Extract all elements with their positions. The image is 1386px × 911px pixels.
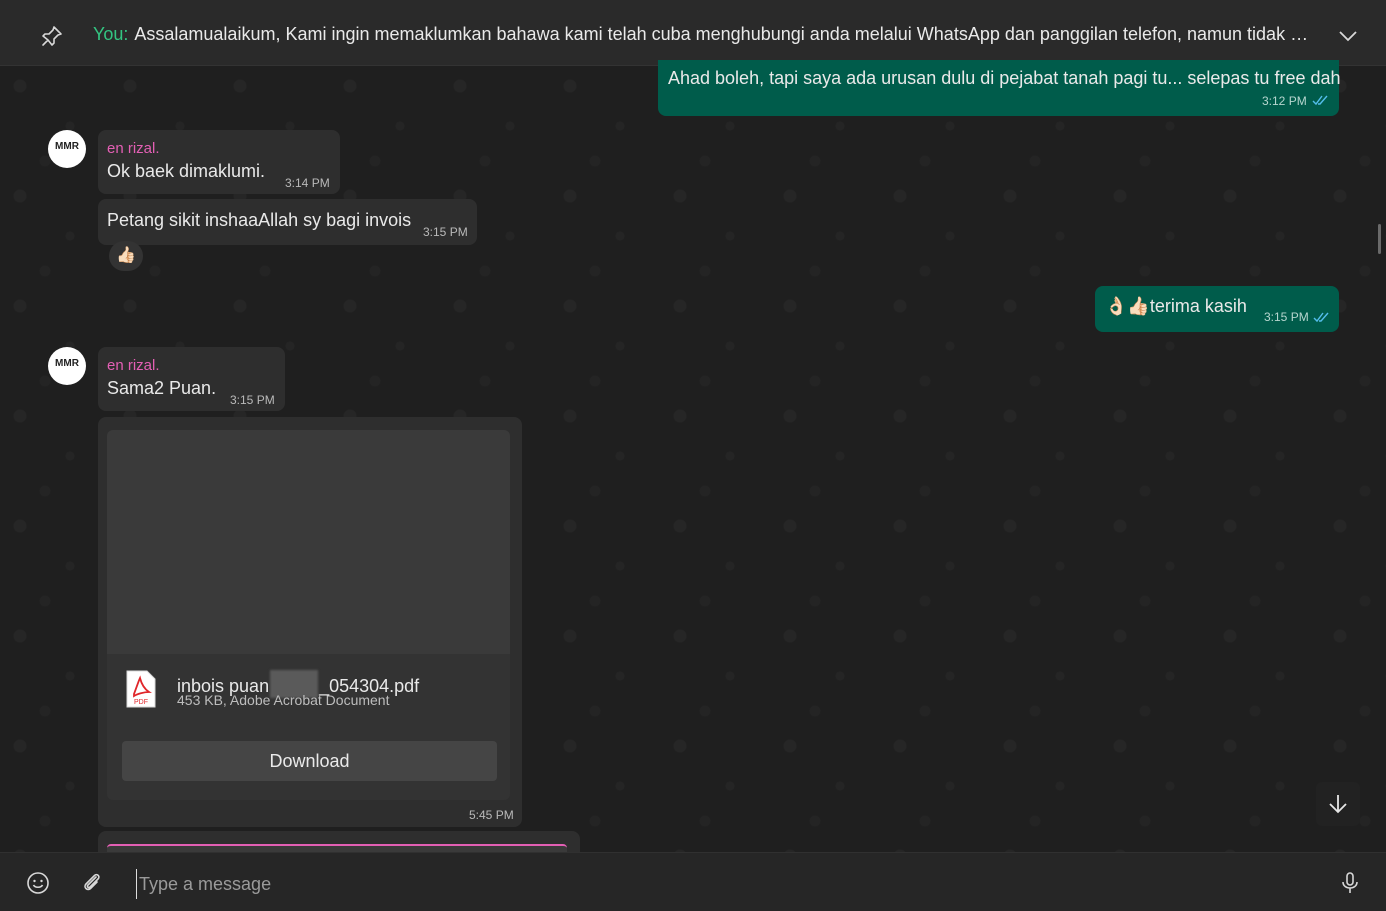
message-text: Ahad boleh, tapi saya ada urusan dulu di… <box>668 68 1341 88</box>
pdf-file-icon: PDF <box>126 670 156 708</box>
sender-name[interactable]: en rizal. <box>107 140 160 157</box>
avatar[interactable]: MMR <box>48 347 86 385</box>
avatar[interactable]: MMR <box>48 130 86 168</box>
pinned-message-bar[interactable]: You: Assalamualaikum, Kami ingin memaklum… <box>0 0 1386 66</box>
message-incoming[interactable]: Petang sikit inshaaAllah sy bagi invois … <box>98 199 477 245</box>
message-outgoing[interactable]: Ahad boleh, tapi saya ada urusan dulu di… <box>658 60 1341 116</box>
message-time: 5:45 PM <box>469 808 514 822</box>
pinned-message-preview[interactable]: You: Assalamualaikum, Kami ingin memaklum… <box>93 24 1323 45</box>
message-text: Petang sikit inshaaAllah sy bagi invois <box>107 210 412 230</box>
message-time: 3:12 PM <box>1262 94 1307 108</box>
scroll-to-bottom-button[interactable] <box>1316 782 1360 826</box>
message-text: Ok baek dimaklumi. <box>107 161 266 181</box>
emoji-icon[interactable] <box>26 871 50 895</box>
download-button[interactable]: Download <box>122 741 497 781</box>
message-incoming[interactable]: en rizal. Sama2 Puan. 3:15 PM <box>98 347 285 411</box>
attach-icon[interactable] <box>80 871 104 895</box>
document-actions: Download <box>107 726 510 800</box>
pdf-badge: PDF <box>134 699 148 706</box>
chevron-down-icon[interactable] <box>1338 26 1358 46</box>
message-input[interactable] <box>136 869 1321 899</box>
document-meta: 453 KB, Adobe Acrobat Document <box>177 692 390 708</box>
message-text: Sama2 Puan. <box>107 378 217 398</box>
pinned-sender: You: <box>93 24 129 44</box>
microphone-icon[interactable] <box>1338 871 1362 895</box>
message-composer <box>0 852 1386 911</box>
sender-name[interactable]: en rizal. <box>107 357 160 374</box>
read-ticks-icon <box>1313 312 1329 323</box>
message-text: 👌🏻👍🏻terima kasih <box>1105 296 1247 316</box>
message-time: 3:15 PM <box>1264 310 1309 324</box>
pinned-text: Assalamualaikum, Kami ingin memaklumkan … <box>134 24 1323 44</box>
read-ticks-icon <box>1312 95 1328 106</box>
document-preview[interactable] <box>107 430 510 654</box>
message-incoming[interactable]: en rizal. Ok baek dimaklumi. 3:14 PM <box>98 130 340 194</box>
message-time: 3:15 PM <box>423 225 468 239</box>
message-incoming-partial[interactable] <box>98 831 580 854</box>
document-info[interactable]: PDF inbois puan _054304.pdf 453 KB, Adobe… <box>107 654 510 727</box>
arrow-down-icon <box>1329 795 1347 814</box>
scrollbar-thumb[interactable] <box>1378 224 1381 254</box>
message-time: 3:14 PM <box>285 176 330 190</box>
message-outgoing[interactable]: 👌🏻👍🏻terima kasih 3:15 PM <box>1095 286 1339 332</box>
message-time: 3:15 PM <box>230 393 275 407</box>
pin-icon[interactable] <box>40 24 64 48</box>
reaction-thumbs-up[interactable]: 👍🏻 <box>109 241 143 271</box>
